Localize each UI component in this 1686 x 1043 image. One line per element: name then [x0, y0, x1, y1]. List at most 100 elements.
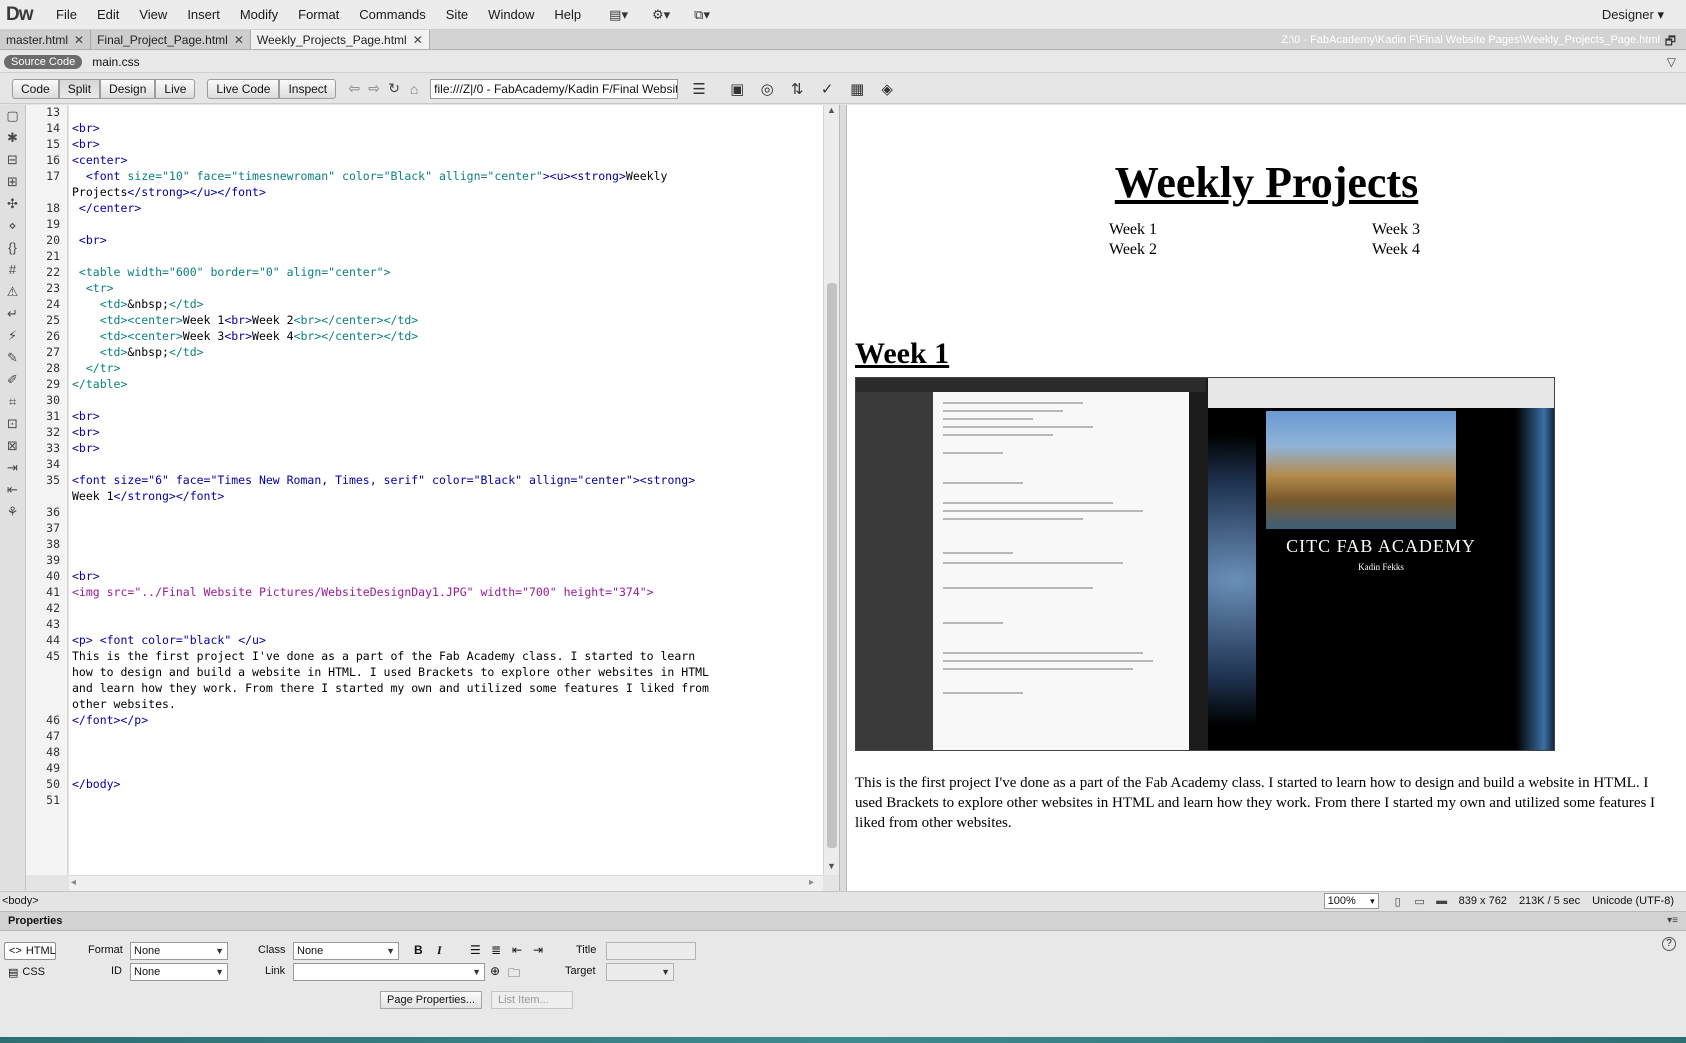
- tablet-size-icon[interactable]: ▭: [1409, 895, 1431, 908]
- forward-arrow-icon[interactable]: ⇨: [364, 80, 384, 97]
- w3c-validation-icon[interactable]: ✓: [812, 80, 842, 98]
- menu-modify[interactable]: Modify: [230, 7, 288, 22]
- tab-final-project[interactable]: Final_Project_Page.html ✕: [91, 30, 251, 49]
- live-code-button[interactable]: Live Code: [207, 78, 280, 99]
- mobile-size-icon[interactable]: ▯: [1387, 895, 1409, 908]
- apply-comment-icon[interactable]: ✎: [0, 347, 25, 369]
- html-tab[interactable]: <> HTML: [4, 942, 56, 960]
- page-list-icon[interactable]: ☰: [684, 80, 714, 98]
- wrap-tag-icon[interactable]: ⌗: [0, 391, 25, 413]
- filter-icon[interactable]: ▽: [1667, 55, 1676, 69]
- refresh-icon[interactable]: ↻: [384, 80, 404, 97]
- close-icon[interactable]: ✕: [234, 33, 244, 47]
- code-token: size="10" face="timesnewroman" color="Bl…: [127, 169, 543, 183]
- expand-all-icon[interactable]: ✣: [0, 193, 25, 215]
- select-parent-tag-icon[interactable]: ⋄: [0, 215, 25, 237]
- related-file-main-css[interactable]: main.css: [92, 55, 139, 69]
- tab-master[interactable]: master.html ✕: [0, 30, 92, 49]
- menu-commands[interactable]: Commands: [349, 7, 435, 22]
- design-view-button[interactable]: Design: [100, 78, 156, 99]
- menu-window[interactable]: Window: [478, 7, 544, 22]
- help-icon[interactable]: ?: [1662, 937, 1676, 951]
- id-select[interactable]: None ▼: [130, 963, 228, 981]
- browse-folder-icon[interactable]: 🗀: [508, 964, 520, 985]
- bold-button[interactable]: B: [414, 943, 423, 957]
- scrollbar-thumb[interactable]: [827, 283, 837, 848]
- syntax-error-icon[interactable]: ⚡: [0, 325, 25, 347]
- class-select[interactable]: None ▼: [293, 942, 399, 960]
- highlight-invalid-icon[interactable]: ⚠: [0, 281, 25, 303]
- word-wrap-icon[interactable]: ↵: [0, 303, 25, 325]
- recent-snippets-icon[interactable]: ⊡: [0, 413, 25, 435]
- tag-selector[interactable]: <body>: [2, 895, 39, 907]
- target-select[interactable]: ▼: [606, 963, 674, 981]
- collapse-selection-icon[interactable]: ⊞: [0, 171, 25, 193]
- live-view-button[interactable]: Live: [155, 78, 196, 99]
- split-divider[interactable]: [839, 105, 847, 891]
- link-input[interactable]: ▼: [293, 963, 485, 981]
- scroll-right-icon[interactable]: ▸: [809, 877, 814, 888]
- code-editor[interactable]: <br> <br> <center> <font size="10" face=…: [69, 105, 823, 875]
- show-code-navigator-icon[interactable]: ✱: [0, 127, 25, 149]
- line-numbers-icon[interactable]: #: [0, 259, 25, 281]
- menu-edit[interactable]: Edit: [87, 7, 129, 22]
- back-arrow-icon[interactable]: ⇦: [344, 80, 364, 97]
- menu-file[interactable]: File: [46, 7, 87, 22]
- menu-format[interactable]: Format: [288, 7, 349, 22]
- page-properties-button[interactable]: Page Properties...: [380, 991, 483, 1009]
- code-vertical-scrollbar[interactable]: ▲ ▼: [823, 105, 839, 875]
- italic-button[interactable]: I: [437, 943, 442, 958]
- code-view-button[interactable]: Code: [12, 78, 59, 99]
- split-view-button[interactable]: Split: [58, 78, 101, 99]
- balance-braces-icon[interactable]: {}: [0, 237, 25, 259]
- restore-window-icon[interactable]: 🗗: [1665, 32, 1676, 53]
- indent-code-icon[interactable]: ⇥: [0, 457, 25, 479]
- indent-icon[interactable]: ⇥: [533, 943, 543, 957]
- close-icon[interactable]: ✕: [413, 33, 423, 47]
- menu-insert[interactable]: Insert: [177, 7, 230, 22]
- list-item-button[interactable]: List Item...: [491, 991, 573, 1009]
- desktop-size-icon[interactable]: ▬: [1431, 895, 1453, 907]
- menu-site[interactable]: Site: [436, 7, 478, 22]
- source-code-button[interactable]: Source Code: [4, 54, 83, 69]
- menu-view[interactable]: View: [129, 7, 177, 22]
- address-bar[interactable]: file:///Z|/0 - FabAcademy/Kadin F/Final …: [430, 78, 679, 99]
- workspace-switcher[interactable]: Designer ▾: [1602, 7, 1664, 23]
- file-management-icon[interactable]: ⇅: [782, 80, 812, 98]
- extend-gear-icon[interactable]: ⚙▾: [652, 7, 670, 23]
- outdent-icon[interactable]: ⇤: [512, 943, 522, 957]
- zoom-select[interactable]: 100% ▾: [1323, 893, 1379, 909]
- multiscreen-icon[interactable]: ▣: [722, 80, 752, 98]
- line-number: 46: [46, 713, 60, 727]
- unordered-list-icon[interactable]: ☰: [470, 943, 481, 957]
- remove-comment-icon[interactable]: ✐: [0, 369, 25, 391]
- title-input[interactable]: [606, 942, 696, 960]
- check-browser-icon[interactable]: ▦: [842, 80, 872, 98]
- outdent-code-icon[interactable]: ⇤: [0, 479, 25, 501]
- format-source-icon[interactable]: ⚘: [0, 501, 25, 523]
- scroll-left-icon[interactable]: ◂: [71, 877, 76, 888]
- layout-icon[interactable]: ▤▾: [609, 7, 628, 23]
- point-to-file-icon[interactable]: ⊕: [490, 964, 500, 978]
- code-horizontal-scrollbar[interactable]: ◂ ▸: [69, 875, 823, 891]
- close-icon[interactable]: ✕: [74, 33, 84, 47]
- properties-panel-header[interactable]: Properties ▾≡: [0, 911, 1686, 931]
- design-view[interactable]: Weekly Projects Week 1 Week 2 Week 3 Wee…: [847, 105, 1686, 891]
- move-css-icon[interactable]: ⊠: [0, 435, 25, 457]
- scroll-up-icon[interactable]: ▲: [827, 105, 836, 115]
- ordered-list-icon[interactable]: ≣: [491, 943, 501, 957]
- site-manager-icon[interactable]: ⧉▾: [694, 7, 710, 23]
- css-tab[interactable]: ▤ CSS: [4, 963, 56, 981]
- tab-weekly-projects[interactable]: Weekly_Projects_Page.html ✕: [250, 30, 430, 49]
- format-select[interactable]: None ▼: [130, 942, 228, 960]
- open-documents-icon[interactable]: ▢: [0, 105, 25, 127]
- panel-menu-icon[interactable]: ▾≡: [1667, 915, 1678, 926]
- home-icon[interactable]: ⌂: [404, 81, 424, 97]
- scroll-down-icon[interactable]: ▼: [827, 861, 836, 871]
- menu-help[interactable]: Help: [544, 7, 591, 22]
- inspect-button[interactable]: Inspect: [279, 78, 337, 99]
- collapse-full-tag-icon[interactable]: ⊟: [0, 149, 25, 171]
- preview-browser-icon[interactable]: ◎: [752, 80, 782, 98]
- visual-aids-icon[interactable]: ◈: [872, 80, 902, 98]
- window-size[interactable]: 839 x 762: [1453, 895, 1513, 907]
